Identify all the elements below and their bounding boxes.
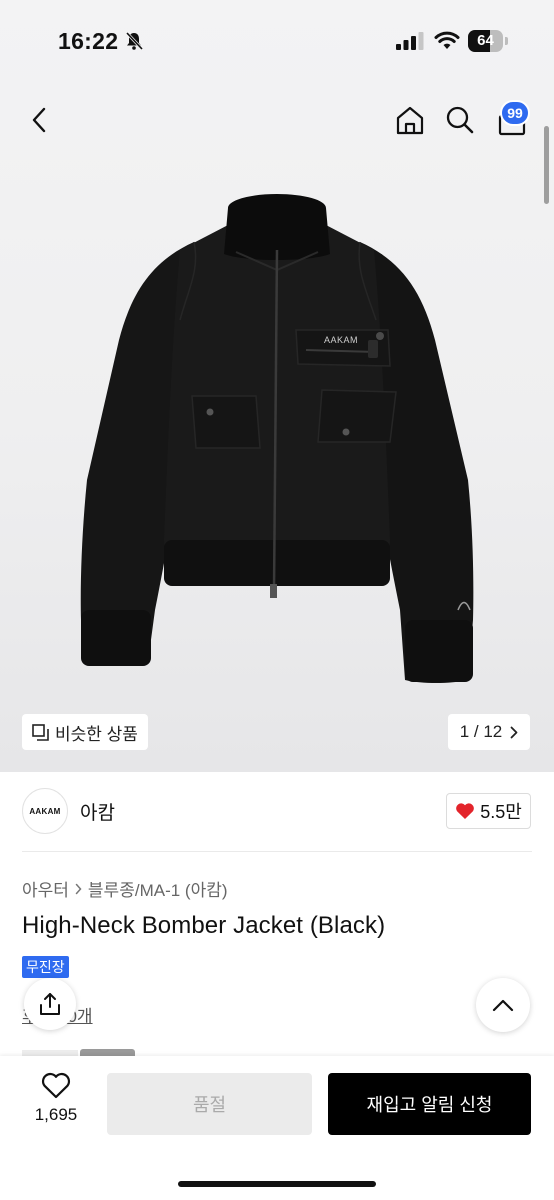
similar-icon — [32, 723, 49, 741]
chevron-right-icon — [75, 883, 82, 894]
similar-products-label: 비슷한 상품 — [55, 724, 138, 744]
search-button[interactable] — [440, 100, 480, 140]
brand-like-count: 5.5만 — [480, 802, 522, 822]
image-counter-text: 1 / 12 — [459, 722, 503, 741]
product-title: High-Neck Bomber Jacket (Black) — [22, 912, 386, 939]
breadcrumb: 아우터 블루종/MA-1 (아캄) — [22, 876, 228, 901]
share-button[interactable] — [24, 978, 76, 1030]
status-time: 16:22 — [58, 28, 119, 54]
breadcrumb-category[interactable]: 아우터 — [22, 876, 69, 901]
wifi-icon — [434, 31, 460, 49]
home-indicator — [178, 1181, 376, 1187]
back-button[interactable] — [20, 100, 60, 140]
status-bar: 16:22 64 — [0, 0, 554, 80]
product-image[interactable]: AAKAM — [60, 180, 494, 700]
similar-products-button[interactable]: 비슷한 상품 — [22, 714, 148, 750]
brand-name[interactable]: 아캄 — [80, 798, 115, 825]
image-counter[interactable]: 1 / 12 — [448, 714, 530, 750]
share-icon — [40, 993, 60, 1015]
cart-count-badge: 99 — [500, 100, 530, 126]
back-icon — [32, 107, 46, 133]
divider — [22, 851, 532, 852]
brand-logo[interactable]: AAKAM — [22, 788, 68, 834]
scroll-indicator — [544, 126, 549, 204]
breadcrumb-subcategory[interactable]: 블루종/MA-1 (아캄) — [88, 876, 228, 901]
brand-logo-text: AAKAM — [29, 806, 61, 816]
bell-muted-icon — [125, 31, 144, 51]
garment-brand-text: AAKAM — [324, 335, 358, 345]
product-gallery[interactable]: 16:22 64 99 AAKAM 비슷한 상품 1 / 12 — [0, 0, 554, 772]
home-icon — [396, 106, 424, 135]
heart-icon — [41, 1072, 71, 1099]
wishlist-button[interactable]: 1,695 — [22, 1072, 90, 1134]
battery-indicator: 64 — [468, 30, 508, 52]
home-button[interactable] — [390, 100, 430, 140]
wishlist-count: 1,695 — [34, 1105, 78, 1124]
heart-filled-icon — [456, 803, 475, 819]
brand-like-button[interactable]: 5.5만 — [446, 793, 531, 829]
signal-icon — [396, 32, 424, 50]
chevron-up-icon — [492, 999, 514, 1012]
scroll-to-top-button[interactable] — [476, 978, 530, 1032]
musinsa-badge: 무진장 — [22, 956, 69, 978]
search-icon — [446, 106, 474, 134]
chevron-right-icon — [510, 726, 518, 738]
restock-alert-button[interactable]: 재입고 알림 신청 — [328, 1073, 531, 1135]
soldout-button: 품절 — [107, 1073, 312, 1135]
